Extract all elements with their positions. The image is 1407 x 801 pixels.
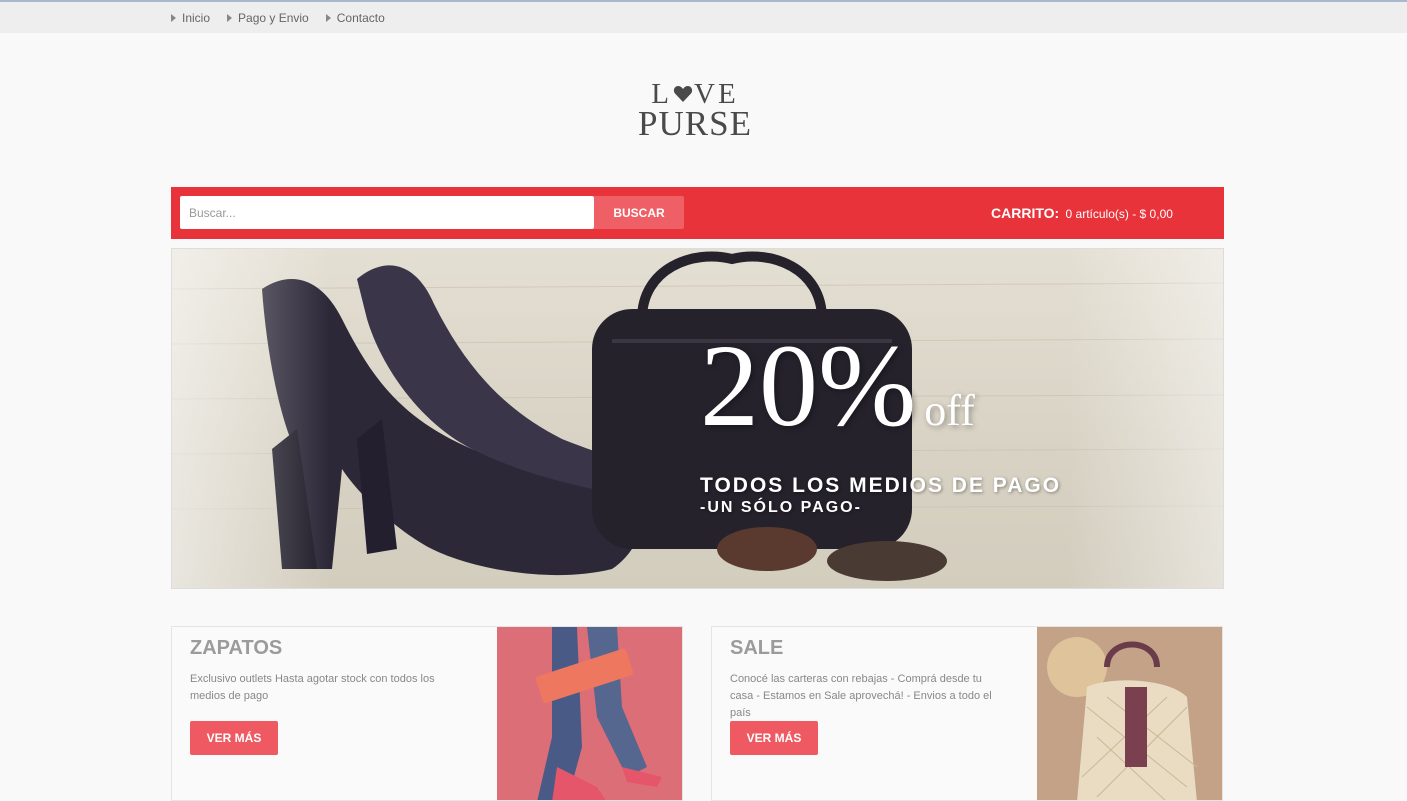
ver-mas-button[interactable]: VER MÁS <box>730 721 818 755</box>
search-cart-bar: BUSCAR CARRITO: 0 artículo(s) - $ 0,00 <box>171 187 1224 239</box>
hero-discount-value: 20% <box>700 320 917 451</box>
top-nav: Inicio Pago y Envio Contacto <box>171 11 402 25</box>
heart-icon <box>673 86 693 102</box>
promo-card-sale: SALE Conocé las carteras con rebajas - C… <box>711 626 1223 801</box>
promo-card-description: Conocé las carteras con rebajas - Comprá… <box>730 673 992 719</box>
nav-item-label: Inicio <box>182 11 211 25</box>
search-input[interactable] <box>180 196 594 229</box>
ver-mas-button[interactable]: VER MÁS <box>190 721 278 755</box>
hero-discount: 20% off <box>700 327 1061 470</box>
handbag-photo[interactable] <box>1037 627 1223 801</box>
cart-count-total: 0 artículo(s) - $ 0,00 <box>1065 207 1173 221</box>
caret-right-icon <box>227 14 233 22</box>
promo-card-zapatos: ZAPATOS Exclusivo outlets Hasta agotar s… <box>171 626 683 801</box>
nav-item-inicio[interactable]: Inicio <box>171 11 210 25</box>
shoes-photo[interactable] <box>497 627 683 801</box>
hero-tagline: -UN SÓLO PAGO- <box>700 499 862 516</box>
logo-line-2: PURSE <box>638 104 752 143</box>
hero-discount-off: off <box>924 386 975 435</box>
nav-item-label: Pago y Envio <box>238 11 309 25</box>
site-logo[interactable]: L VE PURSE <box>634 80 756 143</box>
hero-subtitle: TODOS LOS MEDIOS DE PAGO <box>700 474 1062 497</box>
hero-banner[interactable]: 20% off TODOS LOS MEDIOS DE PAGO -UN SÓL… <box>171 248 1224 589</box>
nav-item-label: Contacto <box>336 11 385 25</box>
promo-card-title: SALE <box>730 637 784 659</box>
nav-item-pago-envio[interactable]: Pago y Envio <box>227 11 309 25</box>
search-button[interactable]: BUSCAR <box>594 196 684 229</box>
caret-right-icon <box>171 14 176 22</box>
cart-label: CARRITO: <box>991 205 1060 221</box>
caret-right-icon <box>325 14 331 22</box>
nav-item-contacto[interactable]: Contacto <box>325 11 385 25</box>
top-nav-bar: Inicio Pago y Envio Contacto <box>0 0 1407 33</box>
cart-summary[interactable]: CARRITO: 0 artículo(s) - $ 0,00 <box>991 205 1173 221</box>
promo-card-description: Exclusivo outlets Hasta agotar stock con… <box>190 673 435 702</box>
hero-image <box>172 249 1223 588</box>
promo-card-title: ZAPATOS <box>190 637 283 659</box>
hero-promo-text: 20% off TODOS LOS MEDIOS DE PAGO -UN SÓL… <box>700 327 1061 517</box>
